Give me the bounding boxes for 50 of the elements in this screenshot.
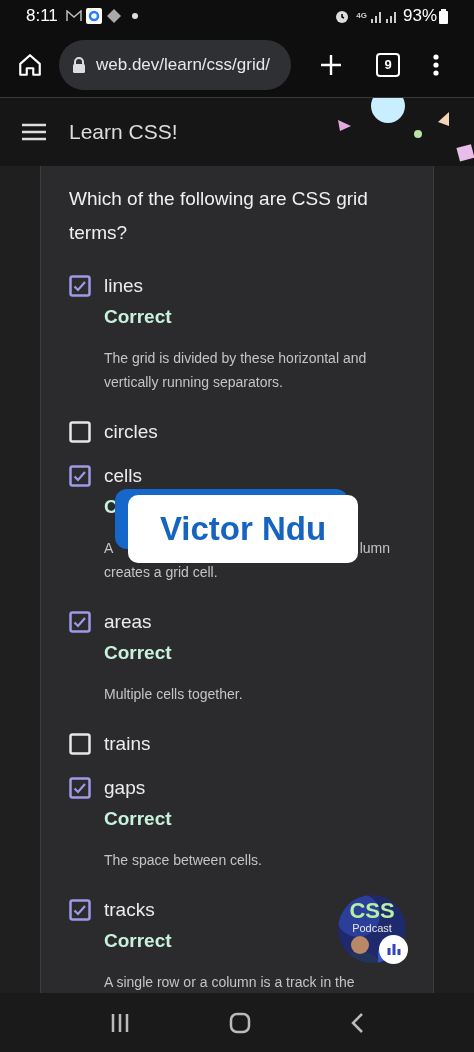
explanation-text: creates a grid cell. (104, 563, 219, 582)
explanation-text: vertically running separators. (104, 373, 284, 392)
explanation-text: Multiple cells together. (104, 685, 244, 704)
feedback-text: Correct (104, 929, 172, 953)
address-bar[interactable]: web.dev/learn/css/grid/ (59, 39, 291, 90)
home-button-icon[interactable] (229, 1011, 251, 1034)
feedback-text: Correct (104, 641, 172, 665)
menu-icon[interactable] (22, 123, 46, 141)
explanation-text: lumn (359, 539, 390, 558)
option-label[interactable]: circles (104, 421, 158, 442)
battery-icon (439, 8, 448, 24)
explanation-text: The grid is divided by these horizontal and (104, 349, 368, 368)
app-icon (85, 8, 102, 24)
status-time: 8:11 (26, 5, 58, 28)
checkbox[interactable] (69, 274, 91, 297)
recent-apps-icon[interactable] (109, 1012, 130, 1033)
explanation-text: The space between cells. (104, 851, 263, 870)
option-label[interactable]: lines (104, 275, 144, 296)
checkbox[interactable] (69, 610, 91, 633)
feedback-text: Correct (104, 305, 172, 329)
option-label[interactable]: gaps (104, 777, 146, 798)
feedback-text: Correct (104, 807, 172, 831)
url-text: web.dev/learn/css/grid/ (96, 53, 270, 76)
option-label[interactable]: areas (104, 611, 152, 632)
diamond-icon (105, 8, 122, 24)
option-label[interactable]: cells (104, 465, 142, 486)
bar-chart-icon (386, 944, 401, 955)
explanation-text: A (104, 539, 114, 558)
name-caption: Victor Ndu (128, 495, 358, 563)
alarm-icon (334, 8, 351, 24)
more-icon[interactable] (433, 53, 439, 76)
checkbox[interactable] (69, 776, 91, 799)
podcast-logo-text: CSS (349, 900, 395, 922)
question-text: Which of the following are CSS grid terms? (69, 187, 369, 245)
home-icon[interactable] (17, 51, 43, 78)
tab-count-button[interactable]: 9 (376, 52, 400, 77)
back-icon[interactable] (350, 1011, 365, 1034)
network-type: 4G (356, 10, 367, 22)
checkbox[interactable] (69, 464, 91, 487)
option-label[interactable]: trains (104, 733, 151, 754)
plus-icon[interactable] (319, 52, 343, 77)
battery-level: 93% (402, 5, 437, 28)
checkbox[interactable] (69, 898, 91, 921)
option-label[interactable]: tracks (104, 899, 155, 920)
explanation-text: A single row or a column is a track in the (104, 973, 356, 992)
site-title: Learn CSS! (69, 119, 178, 146)
podcast-logo-text: Podcast (352, 922, 392, 934)
lock-icon (72, 56, 86, 73)
mail-icon (65, 10, 82, 22)
dot-icon (131, 13, 138, 19)
